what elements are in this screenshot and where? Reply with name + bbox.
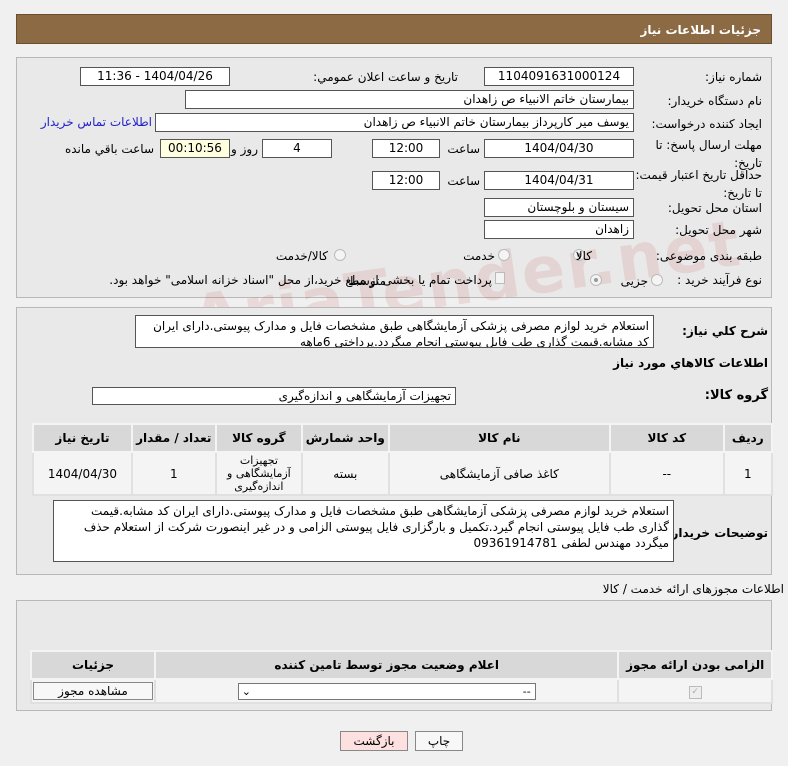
payment-note: پرداخت تمام یا بخشی از مبلغ خرید،از محل … [109, 273, 492, 287]
goods-table-header: ردیف کد کالا نام کالا واحد شمارش گروه کا… [32, 423, 774, 453]
validity-time-field: 12:00 [372, 171, 440, 190]
announce-label: تاریخ و ساعت اعلان عمومي: [313, 70, 458, 84]
days-field: 4 [262, 139, 332, 158]
remaining-label: ساعت باقي مانده [64, 142, 154, 156]
col-qty: تعداد / مقدار [130, 423, 217, 453]
notes-label: توضیحات خریدار: [666, 526, 768, 540]
group-field: تجهیزات آزمایشگاهی و اندازه‌گیری [92, 387, 456, 405]
col-name: نام کالا [387, 423, 612, 453]
cell-code: -- [609, 451, 725, 496]
deadline-date-field: 1404/04/30 [484, 139, 634, 158]
payment-checkbox[interactable] [495, 272, 505, 284]
goods-table: ردیف کد کالا نام کالا واحد شمارش گروه کا… [32, 423, 774, 496]
col-details: جزئیات [30, 650, 156, 680]
purchase-radio-minor[interactable] [651, 274, 663, 286]
col-code: کد کالا [609, 423, 725, 453]
col-required: الزامی بودن ارائه مجوز [617, 650, 773, 680]
category-option-service: خدمت [463, 249, 495, 263]
city-field: زاهدان [484, 220, 634, 239]
validity-label: حداقل تاریخ اعتبار قیمت: تا تاریخ: [635, 168, 762, 200]
col-status: اعلام وضعیت مجوز توسط تامین کننده [153, 650, 620, 680]
cell-group: تجهیزات آزمایشگاهی و اندازه‌گیری [214, 451, 304, 496]
need-number-field: 1104091631000124 [484, 67, 634, 86]
view-permit-button[interactable]: مشاهده مجوز [33, 682, 153, 700]
print-button[interactable]: چاپ [415, 731, 463, 751]
deadline-time-field: 12:00 [372, 139, 440, 158]
category-radio-service[interactable] [498, 249, 510, 261]
description-label: شرح کلي نیاز: [682, 324, 768, 338]
permits-table: الزامی بودن ارائه مجوز اعلام وضعیت مجوز … [30, 650, 773, 704]
purchase-type-label: نوع فرآیند خرید : [677, 273, 762, 287]
permit-status-select[interactable]: -- ⌄ [237, 682, 536, 700]
announce-field: 1404/04/26 - 11:36 [80, 67, 230, 86]
need-number-label: شماره نیاز: [705, 70, 762, 84]
col-date: تاریخ نیاز [32, 423, 133, 453]
creator-label: ایجاد کننده درخواست: [651, 117, 762, 131]
purchase-option-minor: جزیی [620, 274, 648, 288]
permit-status-value: -- [522, 684, 531, 698]
description-textarea[interactable]: استعلام خرید لوازم مصرفی پزشکی آزمایشگاه… [135, 315, 654, 348]
validity-hour-label: ساعت [447, 174, 480, 188]
cell-name: کاغذ صافی آزمایشگاهی [387, 451, 612, 496]
validity-date-field: 1404/04/31 [484, 171, 634, 190]
province-label: استان محل تحویل: [667, 201, 762, 215]
hour-label: ساعت [447, 142, 480, 156]
cell-qty: 1 [130, 451, 217, 496]
remaining-time-field: 00:10:56 [160, 139, 230, 158]
category-radio-both[interactable] [334, 249, 346, 261]
days-label: روز و [231, 142, 258, 156]
permit-row: ✓ -- ⌄ مشاهده مجوز [30, 678, 773, 704]
buyer-org-field: بیمارستان خاتم الانبیاء ص زاهدان [185, 90, 634, 109]
purchase-radio-medium[interactable] [590, 274, 602, 286]
table-row: 1 -- کاغذ صافی آزمایشگاهی بسته تجهیزات آ… [32, 451, 774, 496]
notes-textarea[interactable]: استعلام خرید لوازم مصرفی پزشکی آزمایشگاه… [53, 500, 674, 562]
col-unit: واحد شمارش [301, 423, 390, 453]
chevron-down-icon: ⌄ [241, 684, 251, 698]
cell-unit: بسته [301, 451, 390, 496]
cell-row: 1 [722, 451, 774, 496]
province-field: سیستان و بلوچستان [484, 198, 634, 217]
back-button[interactable]: بازگشت [340, 731, 408, 751]
page-header: جزئیات اطلاعات نیاز [16, 14, 772, 44]
category-label: طبقه بندی موضوعی: [655, 249, 762, 263]
city-label: شهر محل تحویل: [675, 223, 762, 237]
goods-heading: اطلاعات کالاهاي مورد نیاز [613, 356, 768, 370]
buyer-contact-link[interactable]: اطلاعات تماس خریدار [41, 113, 152, 131]
permits-heading: اطلاعات مجوزهای ارائه خدمت / کالا [602, 582, 784, 596]
category-option-goods: کالا [575, 249, 592, 263]
creator-field: یوسف میر کارپرداز بیمارستان خاتم الانبیا… [155, 113, 634, 132]
col-group: گروه کالا [214, 423, 304, 453]
buyer-org-label: نام دستگاه خریدار: [667, 94, 763, 108]
col-row: ردیف [722, 423, 774, 453]
cell-date: 1404/04/30 [32, 451, 133, 496]
group-label: گروه کالا: [704, 388, 768, 403]
required-checkbox: ✓ [688, 686, 702, 699]
category-option-both: کالا/خدمت [275, 249, 328, 263]
